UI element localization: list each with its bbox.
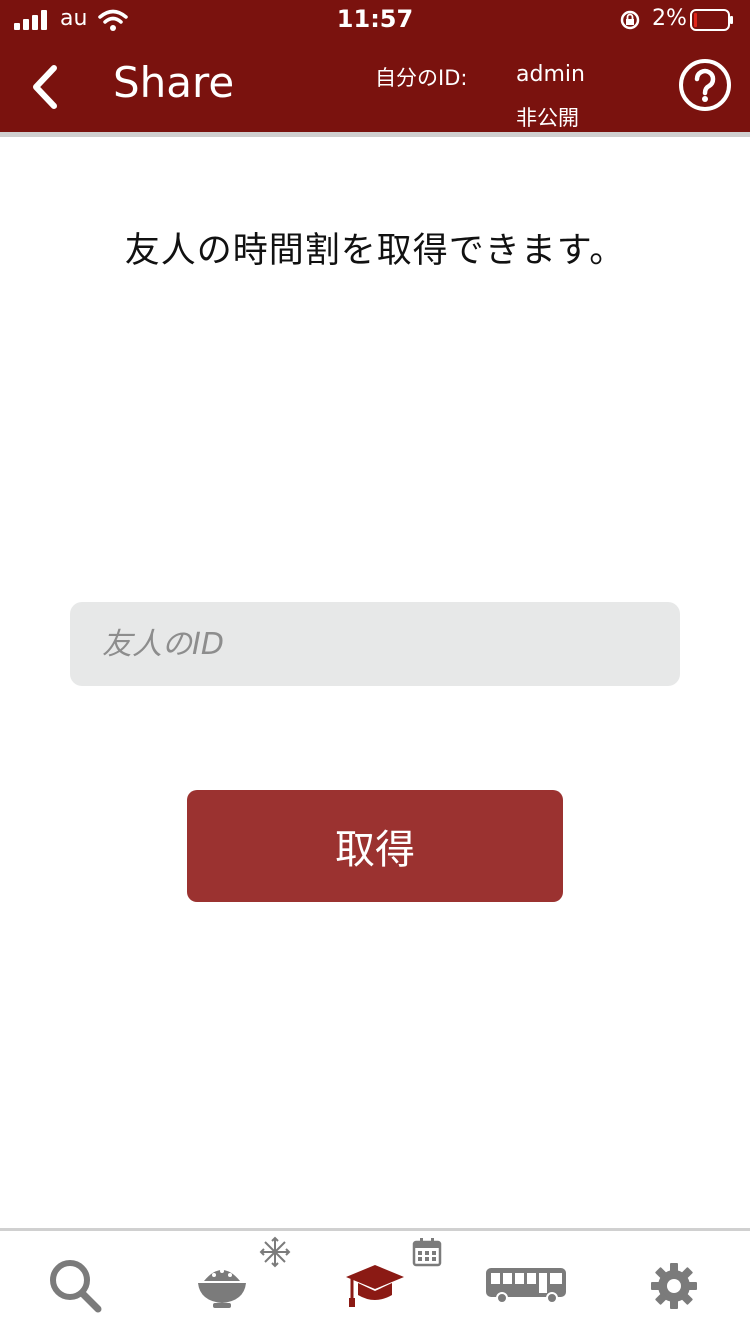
tab-bar <box>0 1228 750 1337</box>
friend-id-input[interactable] <box>70 602 680 686</box>
bus-icon <box>486 1268 566 1304</box>
my-id-visibility: 非公開 <box>516 106 579 130</box>
calendar-icon <box>412 1238 442 1267</box>
tab-search[interactable] <box>0 1231 150 1337</box>
tab-bus[interactable] <box>450 1231 600 1337</box>
battery-percent: 2% <box>652 6 687 31</box>
status-bar: au 11:57 2% <box>0 0 750 40</box>
tab-settings[interactable] <box>600 1231 750 1337</box>
search-icon <box>50 1260 102 1313</box>
app-header: au 11:57 2% Share 自分のID: admin 非公開 <box>0 0 750 137</box>
graduation-cap-icon <box>346 1265 404 1307</box>
tab-rice-bowl[interactable] <box>150 1231 300 1337</box>
my-id-value: admin <box>516 62 585 87</box>
intro-text: 友人の時間割を取得できます。 <box>124 231 626 271</box>
gear-icon <box>651 1263 697 1309</box>
my-id-label: 自分のID: <box>375 66 468 90</box>
battery-icon <box>690 9 733 31</box>
get-button[interactable]: 取得 <box>187 790 563 902</box>
help-icon[interactable] <box>677 57 733 113</box>
page-title: Share <box>113 58 235 107</box>
snowflake-icon <box>259 1236 291 1268</box>
rotation-lock-icon <box>620 10 640 30</box>
tab-timetable[interactable] <box>300 1231 450 1337</box>
rice-bowl-icon <box>198 1269 246 1308</box>
back-chevron-icon[interactable] <box>28 62 64 112</box>
